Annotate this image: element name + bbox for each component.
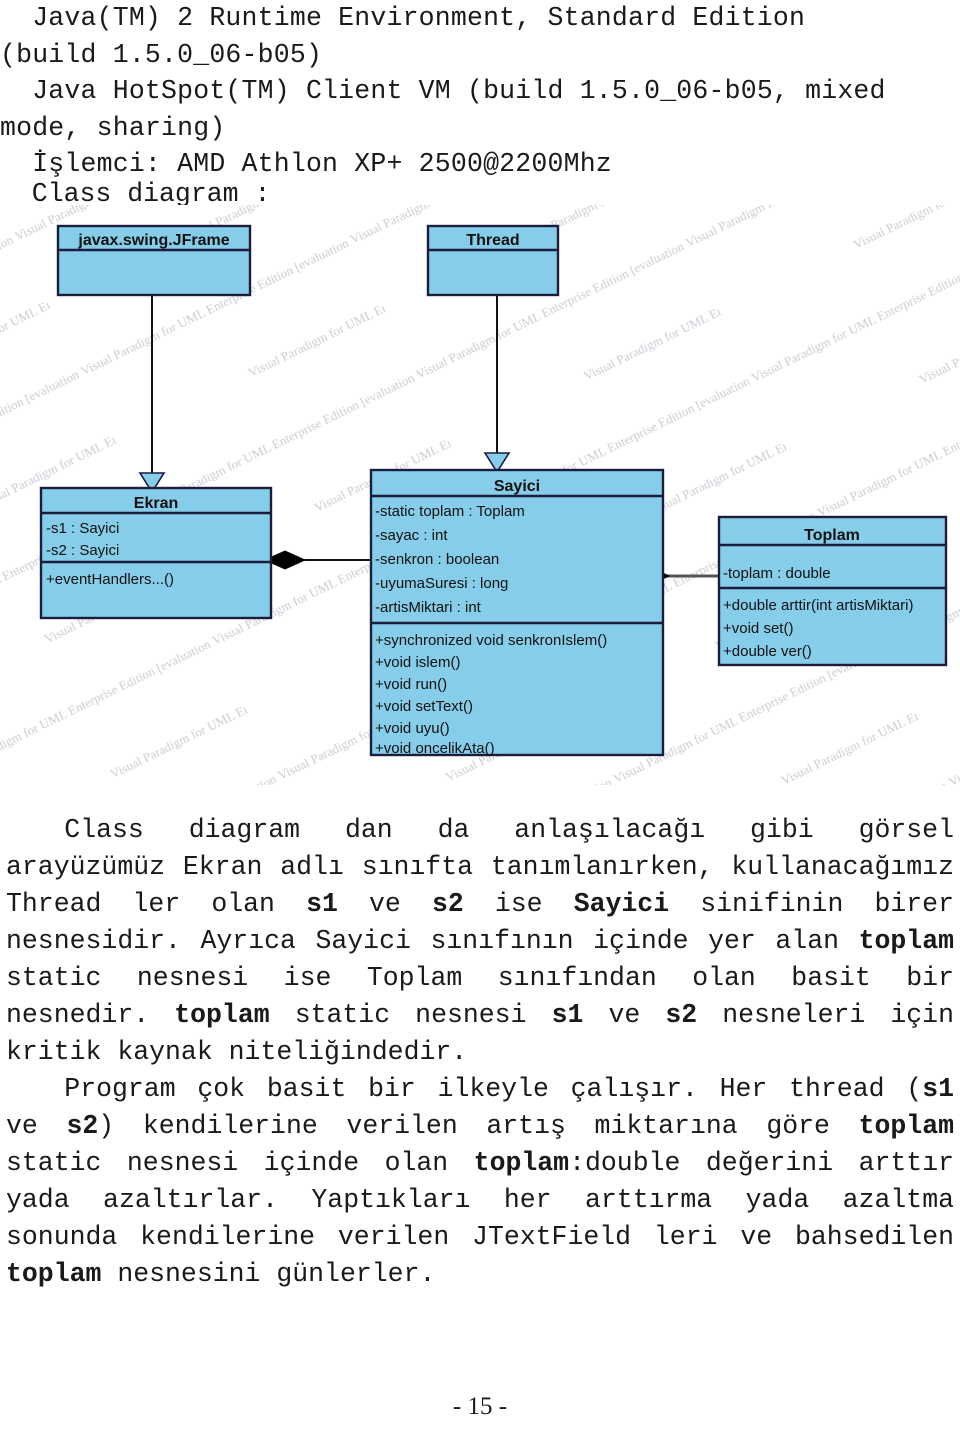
class-operation: +double ver() (723, 643, 812, 660)
class-name-thread: Thread (466, 232, 519, 249)
class-name-jframe: javax.swing.JFrame (77, 232, 229, 249)
class-attribute: -senkron : boolean (375, 551, 499, 568)
console-line: (build 1.5.0_06-b05) (0, 39, 323, 70)
class-operation: +synchronized void senkronIslem() (375, 632, 607, 649)
class-name-ekran: Ekran (134, 495, 178, 512)
class-name-sayici: Sayici (494, 478, 540, 495)
console-output-block: Java(TM) 2 Runtime Environment, Standard… (0, 0, 960, 183)
emphasis-term: s1 (551, 1000, 584, 1030)
emphasis-term: s2 (66, 1111, 99, 1141)
page-number: - 15 - (452, 1393, 508, 1420)
console-line: Java(TM) 2 Runtime Environment, Standard… (0, 3, 806, 33)
article-body: Class diagram dan da anlaşılacağı gibi g… (6, 812, 954, 1293)
paragraph: Class diagram dan da anlaşılacağı gibi g… (6, 815, 954, 1067)
class-attribute: -static toplam : Toplam (375, 503, 525, 520)
class-attribute: -sayac : int (375, 527, 448, 544)
class-attribute: -toplam : double (723, 565, 831, 582)
emphasis-term: toplam (6, 1259, 102, 1289)
emphasis-term: s1 (922, 1074, 954, 1104)
emphasis-term: Sayici (573, 889, 670, 919)
emphasis-term: toplam (473, 1148, 570, 1178)
class-attribute: -s2 : Sayici (46, 542, 119, 559)
class-operation: +eventHandlers...() (46, 571, 174, 588)
emphasis-term: toplam (858, 926, 954, 956)
emphasis-term: toplam (858, 1111, 955, 1141)
class-box-thread: Thread (426, 224, 560, 297)
emphasis-term: s2 (431, 889, 464, 919)
emphasis-term: s1 (306, 889, 338, 919)
class-box-jframe: javax.swing.JFrame (56, 224, 252, 297)
paragraph: Program çok basit bir ilkeyle çalışır. H… (6, 1074, 955, 1289)
class-operation: +void oncelikAta() (375, 740, 495, 757)
class-attribute: -uyumaSuresi : long (375, 575, 508, 592)
console-line: mode, sharing) (0, 112, 226, 143)
class-operation: +void run() (375, 676, 447, 693)
class-name-toplam: Toplam (804, 527, 860, 544)
class-attribute: -s1 : Sayici (46, 520, 119, 537)
emphasis-term: toplam (174, 1000, 270, 1030)
class-operation: +void setText() (375, 698, 473, 715)
class-attribute: -artisMiktari : int (375, 599, 482, 616)
class-box-toplam: Toplam -toplam : double +double arttir(i… (717, 515, 948, 667)
class-operation: +void islem() (375, 654, 460, 671)
class-box-sayici: Sayici -static toplam : Toplam -sayac : … (369, 468, 665, 757)
class-box-ekran: Ekran -s1 : Sayici -s2 : Sayici +eventHa… (39, 486, 273, 620)
class-operation: +double arttir(int artisMiktari) (723, 597, 913, 614)
uml-class-diagram: Visual Paradigm for UML Enterprise Editi… (0, 205, 960, 785)
class-operation: +void set() (723, 620, 793, 637)
console-line: Java HotSpot(TM) Client VM (build 1.5.0_… (0, 76, 886, 106)
class-operation: +void uyu() (375, 720, 450, 737)
emphasis-term: s2 (665, 1000, 698, 1030)
